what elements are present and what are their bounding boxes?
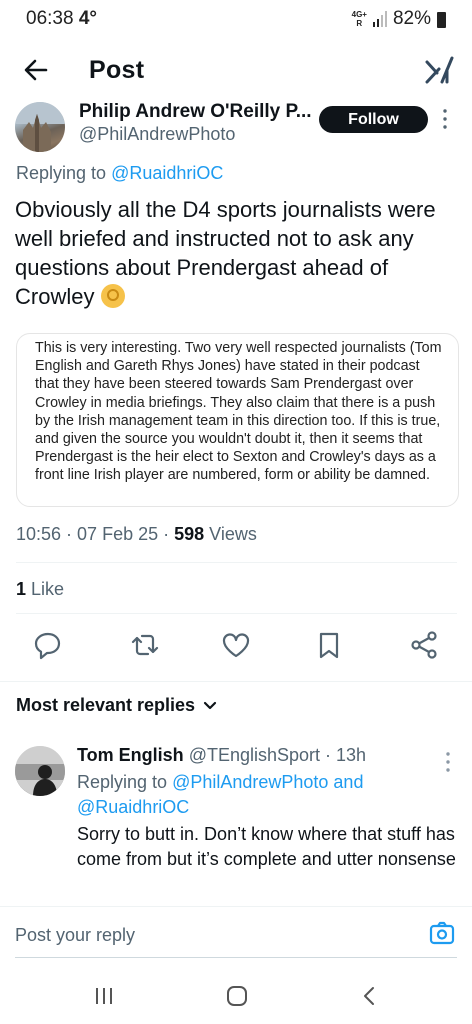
replies-sort-dropdown[interactable]: Most relevant replies <box>16 695 217 716</box>
reply-text: Sorry to butt in. Don’t know where that … <box>77 824 456 869</box>
more-options-icon[interactable] <box>442 107 448 131</box>
divider <box>0 681 472 682</box>
post-text: Obviously all the D4 sports journalists … <box>15 197 436 309</box>
ok-hand-emoji-icon <box>100 284 125 308</box>
composer-underline <box>15 957 457 958</box>
camera-icon[interactable] <box>428 920 456 948</box>
reply-author-name[interactable]: Tom English <box>77 745 184 765</box>
status-icons: 4G+ R 82% <box>352 8 446 30</box>
action-bar <box>0 628 472 662</box>
reply-author-handle[interactable]: @TEnglishSport <box>189 745 320 765</box>
replying-to-link[interactable]: @RuaidhriOC <box>111 163 223 183</box>
status-time: 06:38 4° <box>26 8 97 29</box>
reply-replying-to: Replying to @PhilAndrewPhoto and @Ruaidh… <box>77 772 364 817</box>
post-image-text: This is very interesting. Two very well … <box>35 340 442 484</box>
replying-to: Replying to @RuaidhriOC <box>16 163 224 183</box>
reply-icon[interactable] <box>31 628 65 662</box>
post-time: 10:56 <box>16 524 62 544</box>
network-indicator: 4G+ R <box>351 10 367 28</box>
signal-icon <box>372 11 387 27</box>
post-image[interactable]: This is very interesting. Two very well … <box>16 333 459 507</box>
author-handle[interactable]: @PhilAndrewPhoto <box>79 124 235 145</box>
divider <box>16 562 457 563</box>
heart-icon[interactable] <box>219 628 253 662</box>
back-arrow-icon[interactable] <box>22 56 50 84</box>
grok-icon[interactable] <box>425 56 455 84</box>
back-nav-icon[interactable] <box>359 985 379 1007</box>
reply-age: 13h <box>336 745 367 765</box>
repost-icon[interactable] <box>128 628 162 662</box>
views-count: 598 <box>174 524 205 544</box>
likes-count: 1 <box>16 579 27 599</box>
views-label: Views <box>209 524 257 544</box>
recent-apps-icon[interactable] <box>92 985 116 1007</box>
share-icon[interactable] <box>407 628 441 662</box>
likes-label: Like <box>31 579 65 599</box>
likes-summary[interactable]: 1 Like <box>16 579 64 600</box>
follow-button[interactable]: Follow <box>319 106 428 133</box>
avatar-image <box>15 746 65 796</box>
home-icon[interactable] <box>224 984 250 1008</box>
reply-composer-input[interactable]: Post your reply <box>15 925 135 946</box>
post-meta: 10:56 · 07 Feb 25 · 598 Views <box>16 524 257 544</box>
replies-sort-label: Most relevant replies <box>16 695 196 715</box>
reply-header: Tom English @TEnglishSport · 13h <box>77 745 367 765</box>
author-avatar[interactable] <box>15 102 65 152</box>
battery-icon <box>437 12 446 28</box>
avatar-image <box>15 102 65 152</box>
more-options-icon[interactable] <box>445 750 451 774</box>
post-date: 07 Feb 25 <box>77 524 159 544</box>
page-title: Post <box>89 56 145 84</box>
divider <box>0 906 472 907</box>
reply-avatar[interactable] <box>15 746 65 796</box>
chevron-down-icon <box>203 701 217 709</box>
author-name[interactable]: Philip Andrew O'Reilly P... <box>79 101 312 123</box>
battery-percent: 82% <box>392 8 431 29</box>
status-temperature: 4° <box>78 8 97 29</box>
divider <box>16 613 457 614</box>
bookmark-icon[interactable] <box>312 628 346 662</box>
